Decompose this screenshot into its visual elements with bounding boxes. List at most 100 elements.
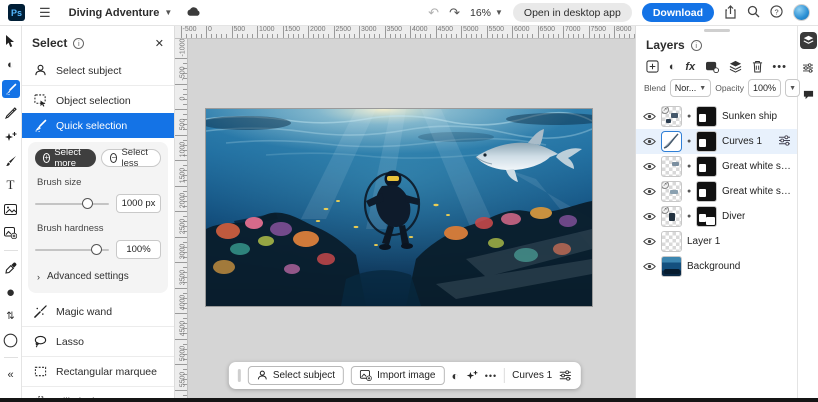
add-layer-icon[interactable] — [646, 60, 659, 73]
background-color-swatch[interactable] — [2, 331, 20, 349]
document-title[interactable]: Diving Adventure — [69, 7, 160, 19]
select-more-button[interactable]: + Select more — [35, 149, 96, 167]
generative-fill-icon[interactable] — [466, 370, 478, 382]
image-tool-icon[interactable] — [2, 200, 20, 218]
swap-colors-icon[interactable]: ⇅ — [2, 307, 20, 325]
mask-icon[interactable] — [705, 61, 719, 73]
brush-size-value[interactable]: 1000 px — [116, 194, 161, 213]
adjustment-tool-icon[interactable]: ◐ — [2, 56, 20, 74]
layer-mask-thumbnail[interactable] — [696, 156, 717, 177]
visibility-eye-icon[interactable] — [642, 137, 656, 146]
brush-hardness-knob[interactable] — [91, 244, 102, 255]
brush-hardness-value[interactable]: 100% — [116, 240, 161, 259]
open-in-desktop-button[interactable]: Open in desktop app — [513, 3, 632, 22]
layer-row-curves-1[interactable]: ● Curves 1 — [636, 129, 797, 154]
adjustment-sliders-icon[interactable] — [778, 133, 791, 151]
foreground-color-swatch[interactable]: ● — [2, 283, 20, 301]
curves-adjustment-thumbnail[interactable] — [661, 131, 682, 152]
opacity-value-box[interactable]: 100% — [748, 79, 781, 97]
quick-selection-item[interactable]: Quick selection — [22, 113, 174, 138]
layer-stack-icon[interactable] — [729, 60, 742, 73]
layer-mask-thumbnail[interactable] — [696, 106, 717, 127]
layer-name[interactable]: Great white shark co... — [722, 161, 791, 172]
layer-thumbnail[interactable]: ↗ — [661, 106, 682, 127]
info-icon[interactable]: i — [73, 38, 84, 49]
chevron-down-icon[interactable]: ▼ — [164, 8, 172, 17]
type-tool-icon[interactable]: T — [2, 176, 20, 194]
visibility-eye-icon[interactable] — [642, 187, 656, 196]
brush-hardness-slider[interactable] — [35, 249, 109, 251]
visibility-eye-icon[interactable] — [642, 212, 656, 221]
eyedropper-tool-icon[interactable] — [2, 259, 20, 277]
collapse-toolbar-icon[interactable]: « — [2, 366, 20, 384]
layer-thumbnail[interactable] — [661, 256, 682, 277]
generative-fill-tool-icon[interactable] — [2, 128, 20, 146]
zoom-control[interactable]: 16% ▼ — [470, 7, 503, 19]
brush-size-knob[interactable] — [82, 198, 93, 209]
visibility-eye-icon[interactable] — [642, 162, 656, 171]
layers-tab-icon[interactable] — [800, 32, 817, 49]
adjustment-icon[interactable]: ◐ — [669, 61, 676, 73]
move-tool-icon[interactable] — [2, 32, 20, 50]
layer-row-great-white-shark-copy[interactable]: ● Great white shark co... — [636, 154, 797, 179]
layer-thumbnail[interactable]: ↗ — [661, 181, 682, 202]
layer-name[interactable]: Background — [687, 261, 740, 272]
layer-mask-thumbnail[interactable] — [696, 131, 717, 152]
user-avatar[interactable] — [793, 4, 810, 21]
effects-fx-icon[interactable]: fx — [685, 61, 695, 73]
drag-handle[interactable] — [238, 369, 241, 382]
layer-row-sunken-ship[interactable]: ↗ ● Sunken ship — [636, 104, 797, 129]
layer-name[interactable]: Sunken ship — [722, 111, 777, 122]
visibility-eye-icon[interactable] — [642, 237, 656, 246]
comments-tab-icon[interactable] — [800, 86, 817, 103]
share-icon[interactable] — [724, 5, 737, 21]
undo-icon[interactable]: ↶ — [428, 6, 439, 19]
redo-icon[interactable]: ↷ — [449, 6, 460, 19]
layer-mask-thumbnail[interactable] — [696, 181, 717, 202]
adjustments-tab-icon[interactable] — [800, 59, 817, 76]
info-icon[interactable]: i — [691, 40, 702, 51]
blend-mode-select[interactable]: Nor... ▼ — [670, 79, 711, 97]
layer-row-great-white-shark[interactable]: ↗ ● Great white shark — [636, 179, 797, 204]
layer-thumbnail[interactable] — [661, 231, 682, 252]
import-image-button[interactable]: Import image — [351, 366, 444, 385]
help-icon[interactable]: ? — [770, 5, 783, 20]
more-options-icon[interactable]: ••• — [485, 371, 497, 381]
brush-size-slider[interactable] — [35, 203, 109, 205]
layer-row-background[interactable]: Background — [636, 254, 797, 279]
visibility-eye-icon[interactable] — [642, 262, 656, 271]
adjustment-icon[interactable]: ◐ — [451, 369, 458, 383]
canvas-area[interactable]: -500050010001500200025003000350040004500… — [175, 26, 635, 402]
layer-mask-thumbnail[interactable] — [696, 206, 717, 227]
menu-icon[interactable]: ☰ — [39, 6, 51, 19]
layer-name[interactable]: Layer 1 — [687, 236, 720, 247]
opacity-dropdown[interactable]: ▼ — [785, 79, 800, 97]
delete-trash-icon[interactable] — [752, 60, 763, 73]
document-image[interactable] — [206, 109, 592, 306]
search-icon[interactable] — [747, 5, 760, 20]
layer-name[interactable]: Great white shark — [722, 186, 791, 197]
select-subject-item[interactable]: Select subject — [22, 58, 174, 83]
lasso-item[interactable]: Lasso — [22, 329, 174, 354]
layer-name[interactable]: Diver — [722, 211, 745, 222]
properties-sliders-icon[interactable] — [559, 370, 572, 381]
select-subject-button[interactable]: Select subject — [248, 366, 344, 385]
download-button[interactable]: Download — [642, 3, 714, 22]
rectangular-marquee-item[interactable]: Rectangular marquee — [22, 359, 174, 384]
visibility-eye-icon[interactable] — [642, 112, 656, 121]
quick-selection-tool-icon[interactable] — [2, 80, 20, 98]
add-image-tool-icon[interactable] — [2, 224, 20, 242]
layer-row-layer-1[interactable]: Layer 1 — [636, 229, 797, 254]
brush-tool-icon[interactable] — [2, 152, 20, 170]
more-options-icon[interactable]: ••• — [772, 61, 787, 73]
layer-thumbnail[interactable] — [661, 156, 682, 177]
layer-row-diver[interactable]: ↗ ● Diver — [636, 204, 797, 229]
select-less-button[interactable]: − Select less — [101, 149, 161, 167]
layer-thumbnail[interactable]: ↗ — [661, 206, 682, 227]
healing-brush-tool-icon[interactable] — [2, 104, 20, 122]
object-selection-item[interactable]: Object selection — [22, 88, 174, 113]
layer-name[interactable]: Curves 1 — [722, 136, 762, 147]
close-icon[interactable]: ✕ — [155, 37, 164, 50]
magic-wand-item[interactable]: Magic wand — [22, 299, 174, 324]
advanced-settings-toggle[interactable]: › Advanced settings — [37, 271, 161, 282]
